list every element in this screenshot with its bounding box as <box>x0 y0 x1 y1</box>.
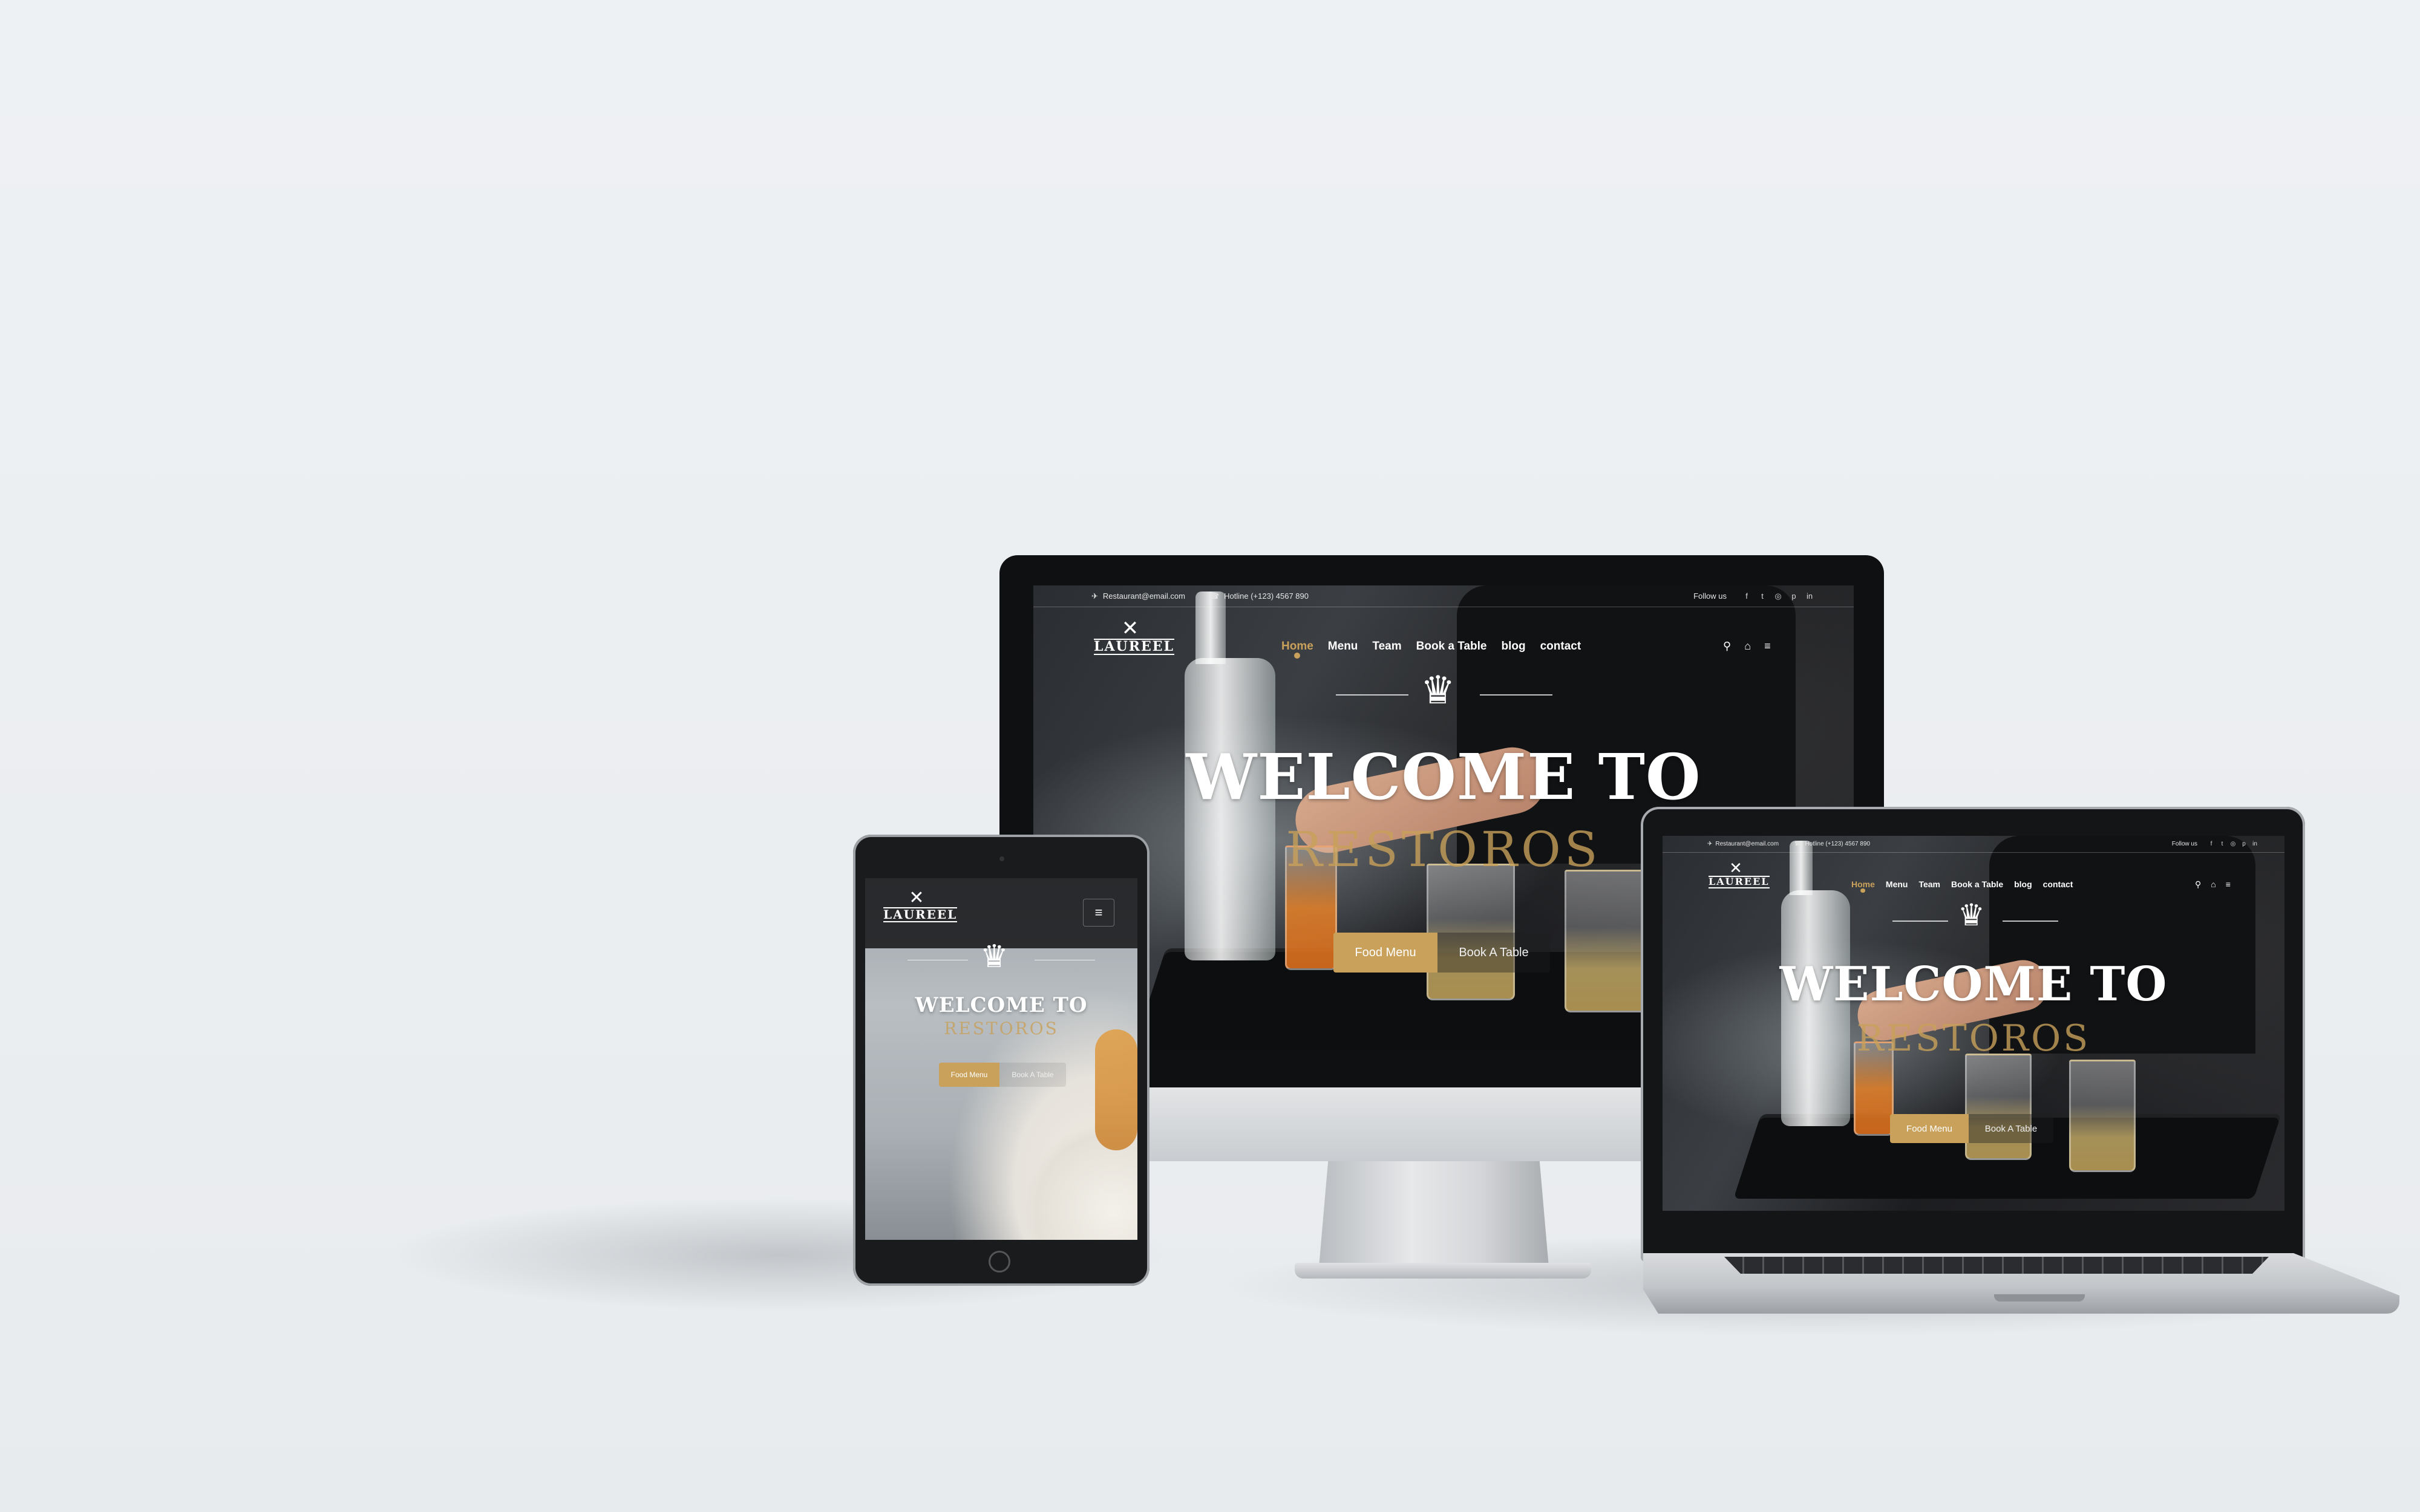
food-menu-button[interactable]: Food Menu <box>1890 1114 1969 1143</box>
nav-menu[interactable]: Menu <box>1328 640 1358 653</box>
menu-icon[interactable]: ≡ <box>2226 879 2231 890</box>
nav-book-table[interactable]: Book a Table <box>1951 879 2003 889</box>
paper-plane-icon: ✈ <box>1091 591 1098 601</box>
follow-us: Follow us f t ◎ p in <box>1693 591 1817 601</box>
site-logo[interactable]: ✕ LAUREEL <box>1094 617 1175 656</box>
food-menu-button[interactable]: Food Menu <box>939 1063 999 1087</box>
email-text: Restaurant@email.com <box>1715 841 1779 847</box>
hero-subtitle: RESTOROS <box>944 1018 1059 1038</box>
glass-3 <box>1565 870 1653 1012</box>
hero-title: WELCOME TO <box>915 993 1088 1017</box>
follow-label: Follow us <box>1693 591 1727 601</box>
book-table-button[interactable]: Book A Table <box>999 1063 1066 1087</box>
email-contact[interactable]: ✈ Restaurant@email.com <box>1091 591 1185 601</box>
hotline-contact[interactable]: ☎ Hotline (+123) 4567 890 <box>1209 591 1309 601</box>
search-icon[interactable]: ⚲ <box>2195 879 2201 890</box>
logo-text: LAUREEL <box>1709 876 1770 888</box>
hero-title: WELCOME TO <box>1779 957 2168 1012</box>
nav-book-table[interactable]: Book a Table <box>1416 640 1487 653</box>
nav-contact[interactable]: contact <box>1540 640 1581 653</box>
chef-utensils-icon: ✕ <box>1729 859 1742 877</box>
imac-base <box>1295 1263 1591 1279</box>
menu-icon[interactable]: ≡ <box>1083 899 1114 927</box>
imac-stand <box>1319 1161 1549 1267</box>
glass-2 <box>1965 1054 2032 1160</box>
food-menu-button[interactable]: Food Menu <box>1333 933 1437 973</box>
chef-hat-icon: ♛ <box>1421 668 1456 712</box>
food-garnish <box>1095 1029 1137 1150</box>
divider-right <box>1480 694 1552 696</box>
facebook-icon[interactable]: f <box>2206 841 2217 847</box>
top-bar: ✈ Restaurant@email.com ☎ Hotline (+123) … <box>1033 585 1854 607</box>
email-contact[interactable]: ✈ Restaurant@email.com <box>1707 841 1779 847</box>
cart-icon[interactable]: ⌂ <box>1744 640 1751 653</box>
site-logo[interactable]: ✕ LAUREEL <box>1709 859 1770 888</box>
logo-text: LAUREEL <box>1094 639 1175 656</box>
menu-icon[interactable]: ≡ <box>1764 640 1771 653</box>
divider-right <box>2003 921 2058 922</box>
paper-plane-icon: ✈ <box>1707 841 1713 847</box>
main-nav: Home Menu Team Book a Table blog contact <box>1851 879 2073 889</box>
top-bar: ✈ Restaurant@email.com ☎ Hotline (+123) … <box>1663 836 2284 853</box>
nav-blog[interactable]: blog <box>2014 879 2032 889</box>
header-icons: ⚲ ⌂ ≡ <box>2195 879 2231 890</box>
header-icons: ⚲ ⌂ ≡ <box>1723 640 1771 653</box>
instagram-icon[interactable]: ◎ <box>1770 591 1786 601</box>
hotline-text: Hotline (+123) 4567 890 <box>1224 591 1309 601</box>
nav-home[interactable]: Home <box>1281 640 1313 653</box>
pinterest-icon[interactable]: p <box>2238 841 2249 847</box>
main-nav: Home Menu Team Book a Table blog contact <box>1281 640 1581 653</box>
social-links: f t ◎ p in <box>1739 591 1817 601</box>
chef-utensils-icon: ✕ <box>1121 617 1139 640</box>
laptop-notch <box>1994 1294 2085 1302</box>
social-links: f t ◎ p in <box>2206 841 2260 847</box>
hero-subtitle: RESTOROS <box>1856 1017 2091 1060</box>
tablet-screen: ✕ LAUREEL ≡ ♛ WELCOME TO RESTOROS Food M… <box>865 878 1137 1240</box>
linkedin-icon[interactable]: in <box>2249 841 2260 847</box>
nav-team[interactable]: Team <box>1918 879 1940 889</box>
instagram-icon[interactable]: ◎ <box>2228 841 2238 847</box>
twitter-icon[interactable]: t <box>1754 591 1770 601</box>
phone-icon: ☎ <box>1794 841 1802 847</box>
hero-title: WELCOME TO <box>1186 740 1701 814</box>
phone-icon: ☎ <box>1209 591 1220 601</box>
chef-hat-icon: ♛ <box>1958 898 1985 932</box>
site-logo[interactable]: ✕ LAUREEL <box>883 888 958 922</box>
nav-home[interactable]: Home <box>1851 879 1875 889</box>
nav-blog[interactable]: blog <box>1501 640 1525 653</box>
logo-text: LAUREEL <box>883 907 958 922</box>
tablet-home-button <box>989 1251 1010 1272</box>
laptop-screen: ✈ Restaurant@email.com ☎ Hotline (+123) … <box>1663 836 2284 1211</box>
glass-3 <box>2069 1060 2136 1172</box>
chef-utensils-icon: ✕ <box>909 888 924 908</box>
linkedin-icon[interactable]: in <box>1802 591 1817 601</box>
hotline-text: Hotline (+123) 4567 890 <box>1805 841 1871 847</box>
divider-left <box>1336 694 1408 696</box>
email-text: Restaurant@email.com <box>1102 591 1185 601</box>
follow-label: Follow us <box>2171 841 2197 847</box>
cart-icon[interactable]: ⌂ <box>2211 879 2216 890</box>
search-icon[interactable]: ⚲ <box>1723 640 1731 653</box>
glass-2 <box>1427 864 1515 1000</box>
tablet-camera <box>999 856 1004 861</box>
facebook-icon[interactable]: f <box>1739 591 1754 601</box>
twitter-icon[interactable]: t <box>2217 841 2228 847</box>
follow-us: Follow us f t ◎ p in <box>2172 841 2260 847</box>
nav-contact[interactable]: contact <box>2043 879 2073 889</box>
pinterest-icon[interactable]: p <box>1786 591 1802 601</box>
laptop-keyboard <box>1724 1257 2269 1274</box>
book-table-button[interactable]: Book A Table <box>1969 1114 2053 1143</box>
nav-menu[interactable]: Menu <box>1886 879 1908 889</box>
book-table-button[interactable]: Book A Table <box>1437 933 1550 973</box>
chef-hat-icon: ♛ <box>980 939 1009 974</box>
hotline-contact[interactable]: ☎ Hotline (+123) 4567 890 <box>1794 841 1870 847</box>
nav-team[interactable]: Team <box>1372 640 1401 653</box>
divider-left <box>1892 921 1948 922</box>
